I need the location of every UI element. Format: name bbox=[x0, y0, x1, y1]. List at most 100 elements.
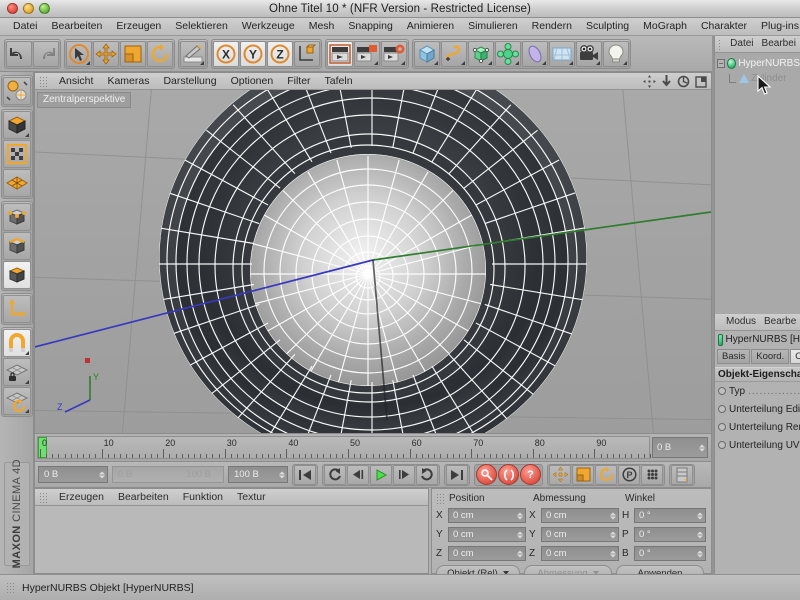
menu-item-selektieren[interactable]: Selektieren bbox=[168, 18, 235, 35]
z-axis-icon[interactable]: Z bbox=[267, 40, 293, 67]
menu-item-animieren[interactable]: Animieren bbox=[400, 18, 461, 35]
menu-item-plug-ins[interactable]: Plug-ins bbox=[754, 18, 800, 35]
object-row-hypernurbs[interactable]: − HyperNURBS bbox=[715, 56, 800, 71]
attribute-property-row[interactable]: Unterteilung Edito................. bbox=[715, 400, 800, 418]
material-manager-menu[interactable]: Erzeugen Bearbeiten Funktion Textur bbox=[35, 489, 428, 506]
camera-icon[interactable] bbox=[576, 40, 602, 67]
document-end-field[interactable]: 100 B bbox=[228, 466, 288, 483]
coord-input-angle-b[interactable]: 0 ° bbox=[634, 546, 706, 561]
attribute-property-row[interactable]: Typ................. bbox=[715, 382, 800, 400]
panel-splitter-vertical[interactable] bbox=[712, 36, 714, 574]
floor-environment-icon[interactable] bbox=[549, 40, 575, 67]
viewport-menu-item-optionen[interactable]: Optionen bbox=[224, 73, 281, 89]
material-manager-body[interactable] bbox=[35, 506, 428, 573]
timeline-bar[interactable]: 0102030405060708090100 0 B bbox=[34, 434, 712, 462]
play-icon[interactable] bbox=[370, 464, 392, 485]
coord-input-angle-h[interactable]: 0 ° bbox=[634, 508, 706, 523]
live-selection-icon[interactable] bbox=[66, 40, 92, 67]
menu-item-erzeugen[interactable]: Erzeugen bbox=[109, 18, 168, 35]
attribute-property-row[interactable]: Unterteilung Rend................. bbox=[715, 418, 800, 436]
preview-range-field[interactable]: 0 B 100 B bbox=[112, 466, 224, 483]
stepper-icon[interactable] bbox=[279, 471, 285, 478]
attribute-tab-obj[interactable]: Obj bbox=[790, 349, 800, 364]
attribute-tab-koord[interactable]: Koord. bbox=[751, 349, 790, 364]
menu-item-rendern[interactable]: Rendern bbox=[525, 18, 579, 35]
object-mode-icon[interactable] bbox=[2, 111, 31, 139]
menu-item-mograph[interactable]: MoGraph bbox=[636, 18, 694, 35]
autokey-icon[interactable] bbox=[498, 464, 519, 485]
workplane-icon[interactable] bbox=[2, 169, 31, 197]
record-key-icon[interactable] bbox=[476, 464, 497, 485]
light-icon[interactable] bbox=[603, 40, 629, 67]
menu-item-mesh[interactable]: Mesh bbox=[302, 18, 342, 35]
world-axis-icon[interactable] bbox=[294, 40, 320, 67]
panel-grip-icon[interactable] bbox=[436, 492, 445, 504]
coord-input-size-x[interactable]: 0 cm bbox=[541, 508, 619, 523]
panel-grip-icon[interactable] bbox=[6, 582, 16, 593]
key-parameter-icon[interactable]: P bbox=[618, 464, 640, 485]
viewport-menu-item-filter[interactable]: Filter bbox=[280, 73, 317, 89]
generator-nurbs-icon[interactable] bbox=[468, 40, 494, 67]
stepper-icon[interactable] bbox=[697, 512, 703, 519]
texture-mode-icon[interactable] bbox=[2, 140, 31, 168]
stepper-icon[interactable] bbox=[610, 550, 616, 557]
attribute-manager-menu[interactable]: Modus Bearbe bbox=[715, 314, 800, 331]
key-scale-icon[interactable] bbox=[572, 464, 594, 485]
coord-input-position-z[interactable]: 0 cm bbox=[448, 546, 526, 561]
magnet-snap-icon[interactable] bbox=[2, 329, 31, 357]
transport-bar[interactable]: 0 B 0 B 100 B 100 B ? P bbox=[34, 462, 712, 488]
timeline-end-field[interactable]: 0 B bbox=[652, 437, 708, 458]
viewport-menu-item-kameras[interactable]: Kameras bbox=[100, 73, 156, 89]
material-menu-item-funktion[interactable]: Funktion bbox=[176, 489, 230, 505]
polygon-mode-icon[interactable] bbox=[2, 261, 31, 289]
stepper-icon[interactable] bbox=[517, 512, 523, 519]
attribute-tabs[interactable]: BasisKoord.Obj bbox=[715, 348, 800, 364]
coord-input-angle-p[interactable]: 0 ° bbox=[634, 527, 706, 542]
spline-icon[interactable] bbox=[441, 40, 467, 67]
hypernurbs-icon[interactable] bbox=[726, 58, 737, 69]
cube-primitive-icon[interactable] bbox=[414, 40, 440, 67]
attribute-property-row[interactable]: Unterteilung UVs................. bbox=[715, 436, 800, 454]
render-settings-icon[interactable] bbox=[381, 40, 407, 67]
key-position-icon[interactable] bbox=[549, 464, 571, 485]
coord-input-size-z[interactable]: 0 cm bbox=[541, 546, 619, 561]
coord-input-size-y[interactable]: 0 cm bbox=[541, 527, 619, 542]
stepper-icon[interactable] bbox=[610, 531, 616, 538]
menu-item-charakter[interactable]: Charakter bbox=[694, 18, 754, 35]
current-frame-field[interactable]: 0 B bbox=[38, 466, 108, 483]
tweak-mode-icon[interactable] bbox=[180, 40, 206, 67]
scene-object-icon[interactable] bbox=[522, 40, 548, 67]
stepper-icon[interactable] bbox=[697, 550, 703, 557]
cylinder-icon[interactable] bbox=[739, 74, 749, 83]
stepper-icon[interactable] bbox=[99, 471, 105, 478]
stepper-icon[interactable] bbox=[517, 550, 523, 557]
stepper-icon[interactable] bbox=[517, 531, 523, 538]
menu-item-simulieren[interactable]: Simulieren bbox=[461, 18, 525, 35]
scale-icon[interactable] bbox=[120, 40, 146, 67]
render-region-icon[interactable] bbox=[354, 40, 380, 67]
object-tree[interactable]: − HyperNURBS Zylinder bbox=[715, 53, 800, 314]
coord-input-position-y[interactable]: 0 cm bbox=[448, 527, 526, 542]
attribute-menu-item-modus[interactable]: Modus bbox=[722, 314, 760, 330]
point-mode-icon[interactable] bbox=[2, 203, 31, 231]
step-forward-keyframe-icon[interactable] bbox=[416, 464, 438, 485]
main-toolbar[interactable]: X Y Z bbox=[0, 36, 800, 72]
rotate-icon[interactable] bbox=[147, 40, 173, 67]
attribute-menu-item-bearbe[interactable]: Bearbe bbox=[760, 314, 800, 330]
axis-modify-icon[interactable] bbox=[2, 295, 31, 323]
viewport-corner-icons[interactable] bbox=[643, 75, 707, 88]
object-menu-item-datei[interactable]: Datei bbox=[726, 36, 757, 52]
move-icon[interactable] bbox=[93, 40, 119, 67]
key-pla-icon[interactable] bbox=[641, 464, 663, 485]
viewport-menu-item-darstellung[interactable]: Darstellung bbox=[156, 73, 223, 89]
workplane-rotate-icon[interactable] bbox=[2, 387, 31, 415]
animation-layer-icon[interactable] bbox=[671, 464, 693, 485]
keyframe-help-icon[interactable]: ? bbox=[520, 464, 541, 485]
viewport-3d-canvas[interactable]: Zentralperspektive Y Z bbox=[35, 90, 711, 433]
edge-mode-icon[interactable] bbox=[2, 232, 31, 260]
coord-input-position-x[interactable]: 0 cm bbox=[448, 508, 526, 523]
viewport-menu-item-ansicht[interactable]: Ansicht bbox=[52, 73, 100, 89]
step-back-keyframe-icon[interactable] bbox=[324, 464, 346, 485]
panel-grip-icon[interactable] bbox=[39, 491, 48, 503]
panel-grip-icon[interactable] bbox=[718, 38, 723, 50]
